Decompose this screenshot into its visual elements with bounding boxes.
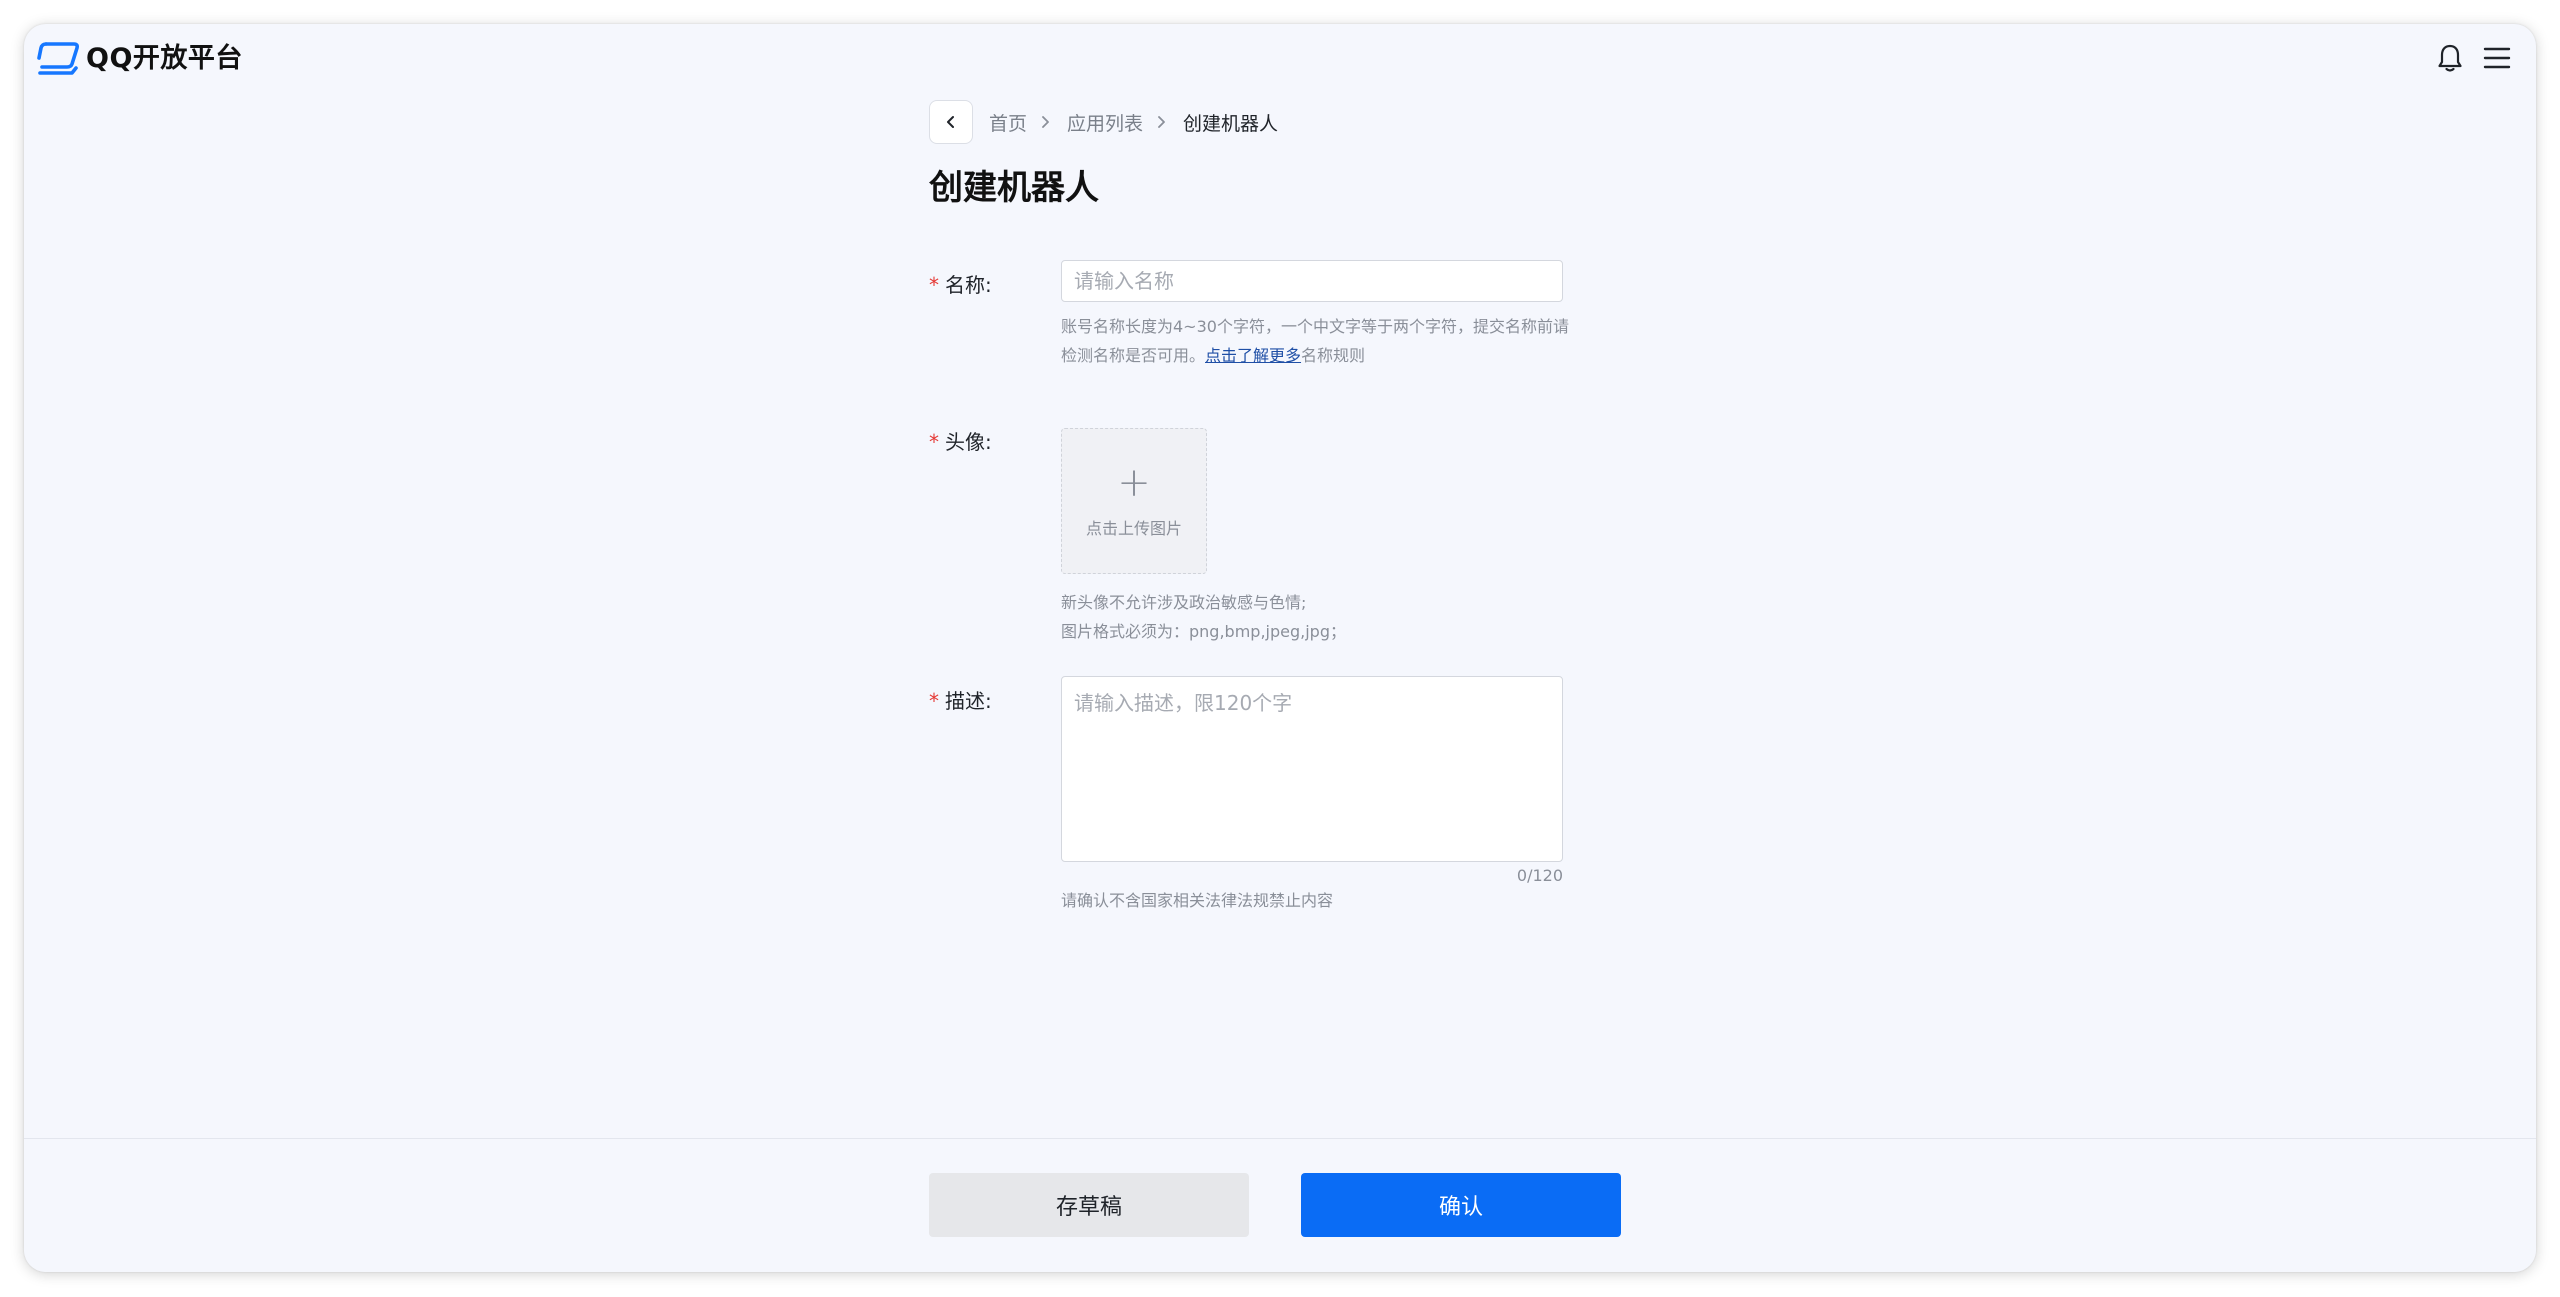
description-hint: 请确认不含国家相关法律法规禁止内容: [1061, 891, 1334, 910]
name-field: 账号名称长度为4~30个字符，一个中文字等于两个字符，提交名称前请 检测名称是否…: [1061, 260, 1571, 370]
bell-icon[interactable]: [2434, 42, 2466, 74]
description-field: 0/120 请确认不含国家相关法律法规禁止内容: [1061, 676, 1571, 915]
name-hint-suffix: 名称规则: [1301, 346, 1366, 365]
required-mark: *: [929, 689, 939, 713]
description-label: * 描述:: [929, 685, 992, 714]
breadcrumb-app-list[interactable]: 应用列表: [1067, 109, 1143, 136]
chevron-right-icon: [1042, 116, 1049, 128]
name-hint-prefix: 检测名称是否可用。: [1061, 346, 1206, 365]
back-button[interactable]: [929, 100, 973, 144]
avatar-hint-line2: 图片格式必须为：png,bmp,jpeg,jpg；: [1061, 622, 1346, 641]
name-hint: 账号名称长度为4~30个字符，一个中文字等于两个字符，提交名称前请 检测名称是否…: [1061, 312, 1571, 370]
chevron-right-icon: [1158, 116, 1165, 128]
plus-icon: +: [1117, 460, 1151, 506]
breadcrumb-home[interactable]: 首页: [989, 109, 1027, 136]
upload-text: 点击上传图片: [1085, 519, 1182, 538]
name-hint-line2: 检测名称是否可用。点击了解更多名称规则: [1061, 341, 1571, 370]
required-mark: *: [929, 273, 939, 297]
avatar-upload-button[interactable]: + 点击上传图片: [1061, 428, 1207, 574]
breadcrumb-current: 创建机器人: [1183, 112, 1279, 135]
footer-bar: 存草稿 确认: [24, 1138, 2536, 1272]
name-input[interactable]: [1061, 260, 1563, 302]
top-bar: QQ开放平台: [24, 24, 2536, 90]
avatar-label: * 头像:: [929, 426, 992, 455]
chevron-left-icon: [947, 116, 954, 128]
avatar-hint-line1: 新头像不允许涉及政治敏感与色情;: [1061, 593, 1307, 612]
avatar-field: + 点击上传图片 新头像不允许涉及政治敏感与色情; 图片格式必须为：png,bm…: [1061, 428, 1571, 646]
char-counter: 0/120: [1516, 866, 1563, 885]
main-content: 首页 应用列表 创建机器人 创建机器人 *名称: 账号名称长度为4~30个字符，…: [929, 100, 1649, 910]
logo-text: QQ开放平台: [86, 43, 243, 74]
logo[interactable]: QQ开放平台: [36, 38, 243, 80]
qq-open-platform-logo-icon: [37, 42, 79, 75]
required-mark: *: [929, 430, 939, 454]
app-window: QQ开放平台 首页 应用列表 创建机器人 创建机器人 * 名称: 请输入名称 账…: [24, 24, 2536, 1272]
description-textarea[interactable]: [1061, 676, 1563, 862]
description-label-text: 描述:: [945, 689, 992, 713]
page-title: 创建机器人: [929, 168, 1099, 208]
hamburger-menu-icon[interactable]: [2482, 44, 2512, 72]
name-label: * 名称:: [929, 269, 992, 298]
confirm-button[interactable]: 确认: [1301, 1173, 1621, 1237]
name-label-text: 名称:: [945, 273, 992, 297]
breadcrumb: 首页 应用列表 创建机器人: [929, 100, 1649, 144]
name-hint-line1: 账号名称长度为4~30个字符，一个中文字等于两个字符，提交名称前请: [1061, 317, 1569, 336]
avatar-label-text: 头像:: [945, 430, 992, 454]
avatar-hint: 新头像不允许涉及政治敏感与色情; 图片格式必须为：png,bmp,jpeg,jp…: [1061, 588, 1571, 646]
learn-more-link[interactable]: 点击了解更多: [1205, 346, 1301, 365]
save-draft-button[interactable]: 存草稿: [929, 1173, 1249, 1237]
